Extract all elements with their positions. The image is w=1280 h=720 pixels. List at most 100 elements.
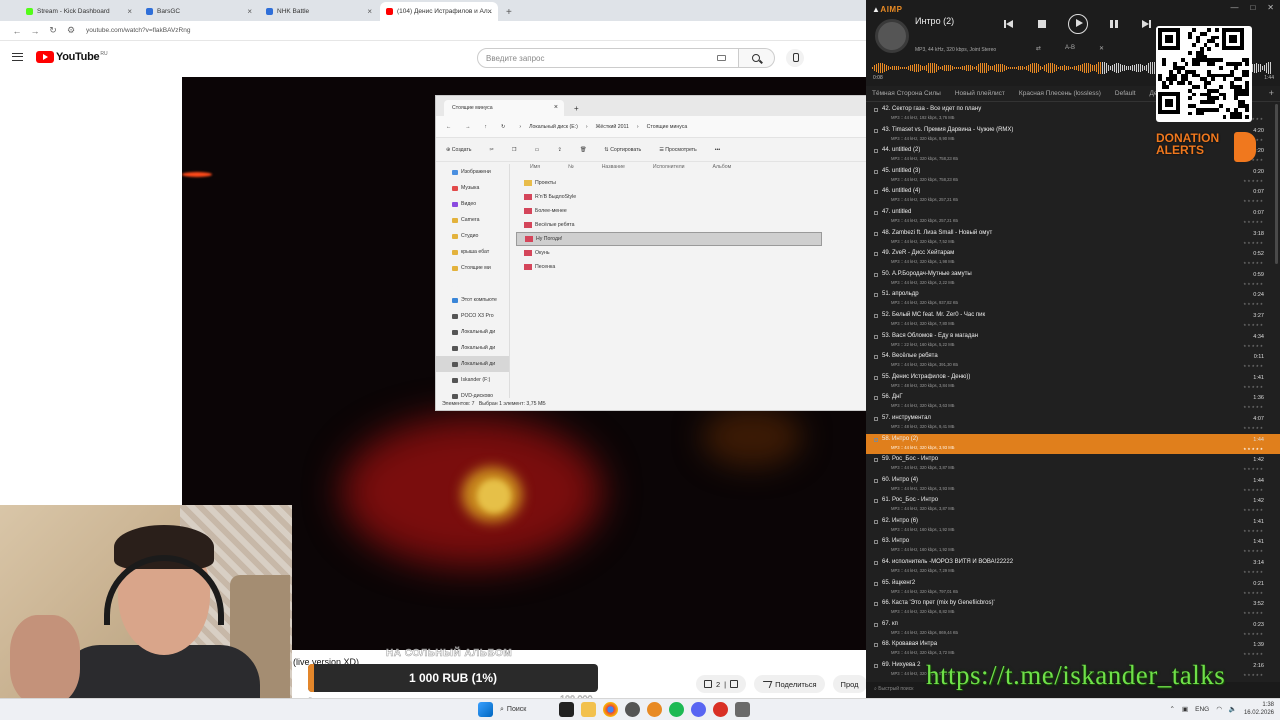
up-icon[interactable]: ↑ [484, 124, 487, 130]
search-input[interactable]: Введите запрос [477, 48, 739, 68]
rating-stars-icon[interactable]: ★★★★★ [1243, 549, 1264, 553]
next-track-icon[interactable] [1140, 18, 1152, 30]
start-icon[interactable] [478, 702, 493, 717]
track-checkbox[interactable] [874, 169, 878, 174]
breadcrumb-item[interactable]: Локальный диск (E:) [529, 124, 578, 130]
rating-stars-icon[interactable]: ★★★★★ [1243, 488, 1264, 492]
maximize-icon[interactable]: □ [1250, 3, 1255, 12]
playlist-row[interactable]: 48. Zambezi ft. Лиза Small - Новый омут M… [866, 228, 1280, 249]
back-icon[interactable]: ← [8, 26, 26, 36]
track-checkbox[interactable] [874, 108, 878, 112]
track-checkbox[interactable] [874, 313, 878, 318]
playlist-row[interactable]: 45. untitled (3) MP3 :: 44 kHz, 320 kbps,… [866, 166, 1280, 187]
track-checkbox[interactable] [874, 437, 878, 442]
copy-icon[interactable]: ❐ [512, 147, 517, 153]
forward-icon[interactable]: → [26, 26, 44, 36]
playlist-row[interactable]: 46. untitled (4) MP3 :: 44 kHz, 320 kbps,… [866, 186, 1280, 207]
refresh-icon[interactable]: ↻ [501, 124, 505, 130]
rating-stars-icon[interactable]: ★★★★★ [1243, 447, 1264, 451]
file-row[interactable]: Окунь [516, 246, 822, 260]
more-actions-button[interactable]: Прод [832, 675, 867, 693]
keyboard-icon[interactable] [717, 55, 726, 61]
explorer-tab[interactable]: Стоящие минуса × [444, 100, 564, 116]
file-explorer-icon[interactable] [581, 702, 596, 717]
rating-stars-icon[interactable]: ★★★★★ [1243, 652, 1264, 656]
playlist-tab[interactable]: Красная Плесень (lossless) [1019, 90, 1101, 97]
breadcrumb-item[interactable]: Стоящие минуса [647, 124, 688, 130]
playlist-row[interactable]: 51. апрольдр MP3 :: 44 kHz, 320 kbps, 937… [866, 289, 1280, 310]
column-header[interactable]: Название [602, 164, 625, 176]
sidebar-item[interactable]: крыша ебат [436, 244, 509, 260]
browser-tab[interactable]: Stream - Kick Dashboard × [20, 2, 138, 21]
track-checkbox[interactable] [874, 602, 878, 607]
playlist-row[interactable]: 63. Интро MP3 :: 44 kHz, 160 kbps, 1,92 М… [866, 536, 1280, 557]
playlist-row[interactable]: 60. Интро (4) MP3 :: 44 kHz, 320 kbps, 3,… [866, 475, 1280, 496]
playlist-row[interactable]: 54. Весёлые ребята MP3 :: 44 kHz, 320 kbp… [866, 351, 1280, 372]
ab-repeat-button[interactable]: A-B [1065, 45, 1075, 52]
track-checkbox[interactable] [874, 458, 878, 463]
language-indicator[interactable]: ENG [1195, 706, 1209, 713]
rating-stars-icon[interactable]: ★★★★★ [1243, 426, 1264, 430]
rating-stars-icon[interactable]: ★★★★★ [1243, 220, 1264, 224]
sidebar-item[interactable]: POCO X3 Pro [436, 308, 509, 324]
close-icon[interactable]: × [367, 7, 372, 16]
rating-stars-icon[interactable]: ★★★★★ [1243, 467, 1264, 471]
volume-icon[interactable]: 🔈 [1229, 705, 1237, 713]
track-checkbox[interactable] [874, 664, 878, 669]
sidebar-item[interactable]: Локальный ди [436, 356, 509, 372]
track-checkbox[interactable] [874, 149, 878, 154]
delete-icon[interactable]: 🗑 [580, 147, 587, 153]
view-button[interactable]: ☰ Просмотреть [659, 147, 697, 153]
close-icon[interactable]: × [487, 7, 492, 16]
rating-stars-icon[interactable]: ★★★★★ [1243, 385, 1264, 389]
playlist-row[interactable]: 68. Кровавая Интра MP3 :: 44 kHz, 320 kbp… [866, 639, 1280, 660]
play-icon[interactable] [1068, 14, 1088, 34]
track-checkbox[interactable] [874, 643, 878, 648]
album-cover[interactable] [875, 19, 909, 53]
minimize-icon[interactable]: — [1230, 3, 1238, 12]
rating-stars-icon[interactable]: ★★★★★ [1243, 405, 1264, 409]
previous-track-icon[interactable] [1004, 18, 1016, 30]
breadcrumb[interactable]: › Локальный диск (E:) › Жёсткий 2011 › С… [519, 124, 687, 130]
search-button[interactable] [739, 48, 775, 68]
rating-stars-icon[interactable]: ★★★★★ [1243, 261, 1264, 265]
close-icon[interactable]: × [554, 104, 558, 111]
rating-stars-icon[interactable]: ★★★★★ [1243, 344, 1264, 348]
playlist-row[interactable]: 53. Вася Обломов - Еду в магадан MP3 :: 2… [866, 331, 1280, 352]
clock[interactable]: 1:38 16.02.2026 [1244, 701, 1274, 717]
playlist-tab[interactable]: Default [1115, 90, 1136, 97]
stop-icon[interactable] [1036, 18, 1048, 30]
close-icon[interactable]: × [127, 7, 132, 16]
sidebar-item[interactable]: Видео [436, 196, 509, 212]
file-row[interactable]: Весёлые ребята [516, 218, 822, 232]
back-icon[interactable]: ← [446, 124, 451, 130]
track-checkbox[interactable] [874, 252, 878, 257]
playlist-row[interactable]: 64. исполнитель -МОРОЗ ВИТЯ И ВОВА!22222… [866, 557, 1280, 578]
track-checkbox[interactable] [874, 334, 878, 339]
record-icon[interactable] [713, 702, 728, 717]
rename-icon[interactable]: ▭ [535, 147, 540, 153]
site-info-icon[interactable]: ⚙ [62, 25, 80, 36]
rating-stars-icon[interactable]: ★★★★★ [1243, 241, 1264, 245]
like-button[interactable]: 2 | [696, 675, 747, 693]
column-header[interactable]: Исполнители [653, 164, 685, 176]
new-tab-icon[interactable]: + [574, 104, 579, 113]
rating-stars-icon[interactable]: ★★★★★ [1243, 591, 1264, 595]
track-checkbox[interactable] [874, 293, 878, 298]
track-checkbox[interactable] [874, 561, 878, 566]
playlist-row[interactable]: 59. Рос_Бос - Интро MP3 :: 44 kHz, 320 kb… [866, 454, 1280, 475]
column-header[interactable]: Имя [530, 164, 540, 176]
column-header[interactable]: № [568, 164, 574, 176]
track-checkbox[interactable] [874, 231, 878, 236]
thumbs-down-icon[interactable] [730, 680, 739, 688]
rating-stars-icon[interactable]: ★★★★★ [1243, 570, 1264, 574]
browser-tab[interactable]: NHK Battle × [260, 2, 378, 21]
sidebar-item[interactable] [436, 276, 509, 292]
track-checkbox[interactable] [874, 540, 878, 545]
browser-tab[interactable]: BarsGC × [140, 2, 258, 21]
track-checkbox[interactable] [874, 375, 878, 380]
playlist-row[interactable]: 62. Интро (6) MP3 :: 44 kHz, 160 kbps, 1,… [866, 516, 1280, 537]
more-icon[interactable]: ••• [715, 147, 720, 153]
playlist-row[interactable]: 49. ZveR - Дисс Хейтарам MP3 :: 44 kHz, 3… [866, 248, 1280, 269]
playlist-row[interactable]: 57. инструментал MP3 :: 48 kHz, 320 kbps,… [866, 413, 1280, 434]
